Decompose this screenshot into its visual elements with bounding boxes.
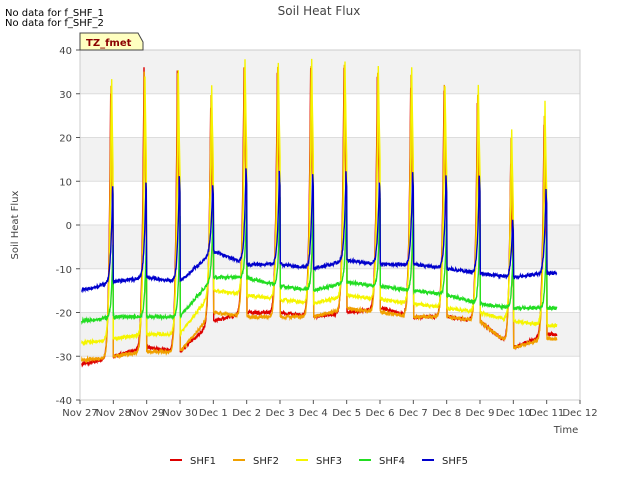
x-tick-label: Dec 7 (399, 408, 428, 419)
legend-label-shf3: SHF3 (316, 456, 342, 467)
y-tick-label: -10 (56, 265, 72, 276)
y-axis-label: Soil Heat Flux (10, 190, 21, 259)
legend-label-shf2: SHF2 (253, 456, 279, 467)
y-axis-ticks: -40 -30 -20 -10 0 10 20 30 40 (56, 46, 80, 407)
x-tick-label: Dec 1 (199, 408, 228, 419)
legend-label-shf4: SHF4 (379, 456, 405, 467)
x-tick-label: Nov 28 (96, 408, 131, 419)
x-tick-label: Dec 9 (466, 408, 495, 419)
x-axis-label: Time (553, 425, 578, 436)
tz-fmet-badge: TZ_fmet (79, 32, 144, 51)
tz-fmet-badge-label: TZ_fmet (86, 38, 132, 49)
x-tick-label: Dec 3 (266, 408, 295, 419)
x-tick-label: Nov 29 (129, 408, 164, 419)
plot-band (80, 50, 580, 94)
legend: SHF1 SHF2 SHF3 SHF4 SHF5 (170, 456, 468, 467)
soil-heat-flux-chart: -40 -30 -20 -10 0 10 20 30 40 Nov 27Nov 28Nov 29… (10, 4, 598, 467)
x-axis-ticks: Nov 27Nov 28Nov 29Nov 30 Dec 1 Dec 2 Dec 3 D… (62, 400, 598, 419)
y-tick-label: -20 (56, 309, 72, 320)
y-tick-label: 20 (59, 134, 72, 145)
plot-band (80, 181, 580, 225)
y-tick-label: 30 (59, 90, 72, 101)
x-tick-label: Dec 8 (432, 408, 461, 419)
x-tick-label: Dec 6 (366, 408, 395, 419)
plot-band (80, 225, 580, 269)
x-tick-label: Dec 11 (529, 408, 564, 419)
legend-label-shf5: SHF5 (442, 456, 468, 467)
x-tick-label: Dec 10 (496, 408, 531, 419)
plot-band (80, 93, 580, 138)
x-tick-label: Nov 30 (162, 408, 197, 419)
plot-band (80, 137, 580, 182)
y-tick-label: 10 (59, 177, 72, 188)
x-tick-label: Dec 2 (232, 408, 261, 419)
y-tick-label: 0 (66, 221, 72, 232)
x-tick-label: Dec 12 (562, 408, 597, 419)
plot-band (80, 356, 580, 400)
legend-label-shf1: SHF1 (190, 456, 216, 467)
y-tick-label: 40 (59, 46, 72, 57)
chart-title: Soil Heat Flux (278, 4, 361, 18)
x-tick-label: Nov 27 (62, 408, 97, 419)
y-tick-label: -30 (56, 352, 72, 363)
x-tick-label: Dec 5 (332, 408, 361, 419)
x-tick-label: Dec 4 (299, 408, 328, 419)
y-tick-label: -40 (56, 396, 72, 407)
